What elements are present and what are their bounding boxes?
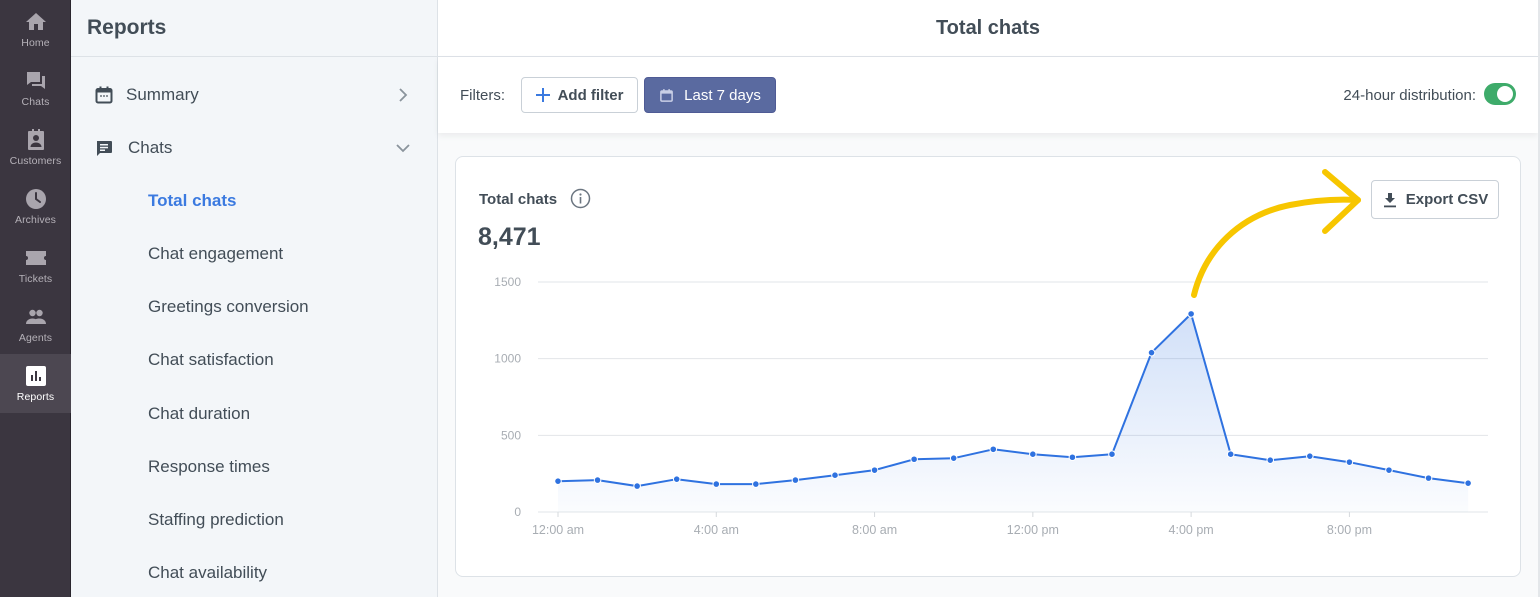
- chevron-right-icon: [399, 88, 408, 102]
- customers-icon: [27, 129, 44, 150]
- sidebar-item-label: Chats: [128, 138, 173, 157]
- rail-item-home[interactable]: Home: [0, 0, 71, 59]
- home-icon: [25, 13, 46, 30]
- app-navigation-rail: Home Chats Customers Archives Tickets Ag…: [0, 0, 71, 597]
- rail-label: Chats: [21, 96, 50, 108]
- total-chats-value: 8,471: [478, 223, 541, 251]
- rail-label: Tickets: [18, 273, 53, 285]
- sidebar-subitem-greetings-conversion[interactable]: Greetings conversion: [148, 293, 309, 321]
- rail-item-chats[interactable]: Chats: [0, 59, 71, 118]
- agents-icon: [25, 309, 46, 324]
- chats-icon: [26, 72, 45, 89]
- sidebar-subitem-chat-availability[interactable]: Chat availability: [148, 559, 267, 587]
- toggle-knob: [1497, 86, 1513, 102]
- distribution-label: 24-hour distribution:: [1343, 86, 1476, 104]
- sidebar-title: Reports: [87, 16, 167, 39]
- rail-item-tickets[interactable]: Tickets: [0, 236, 71, 295]
- sidebar-subitem-staffing-prediction[interactable]: Staffing prediction: [148, 506, 284, 534]
- date-range-label: Last 7 days: [684, 86, 761, 104]
- add-filter-label: Add filter: [557, 86, 624, 104]
- sidebar-item-summary[interactable]: Summary: [71, 75, 438, 115]
- info-icon[interactable]: [570, 188, 591, 209]
- card-title: Total chats: [479, 191, 558, 208]
- sidebar-item-chats[interactable]: Chats: [71, 128, 438, 168]
- rail-label: Agents: [18, 332, 53, 344]
- rail-item-archives[interactable]: Archives: [0, 177, 71, 236]
- total-chats-card: Total chats 8,471 Export CSV: [455, 156, 1521, 577]
- sidebar-subitem-response-times[interactable]: Response times: [148, 453, 270, 481]
- sidebar-item-label: Summary: [126, 85, 199, 104]
- chat-bubble-icon: [97, 141, 112, 156]
- distribution-toggle[interactable]: [1484, 83, 1516, 105]
- filters-label: Filters:: [460, 86, 505, 104]
- rail-item-customers[interactable]: Customers: [0, 118, 71, 177]
- main-header: Total chats: [438, 0, 1538, 57]
- reports-icon: [25, 366, 46, 386]
- rail-label: Reports: [16, 391, 55, 403]
- rail-label: Customers: [9, 155, 62, 167]
- rail-item-reports[interactable]: Reports: [0, 354, 71, 413]
- download-icon: [1383, 192, 1396, 207]
- archives-icon: [25, 189, 46, 209]
- sidebar-subitem-chat-engagement[interactable]: Chat engagement: [148, 240, 283, 268]
- rail-label: Archives: [14, 214, 57, 226]
- date-range-button[interactable]: Last 7 days: [644, 77, 776, 113]
- filter-bar: Filters: Add filter Last 7 days 24-hour …: [438, 57, 1538, 133]
- calendar-icon: [660, 88, 674, 102]
- rail-item-agents[interactable]: Agents: [0, 295, 71, 354]
- add-filter-button[interactable]: Add filter: [521, 77, 638, 113]
- reports-sidebar: Reports Summary Chats Total chats Chat e…: [71, 0, 438, 597]
- rail-label: Home: [21, 37, 50, 49]
- sidebar-subitem-chat-duration[interactable]: Chat duration: [148, 400, 250, 428]
- calendar-icon: [95, 86, 113, 104]
- sidebar-header: Reports: [71, 0, 437, 57]
- main-content: Total chats Filters: Add filter Last 7 d…: [438, 0, 1540, 597]
- export-csv-button[interactable]: Export CSV: [1371, 180, 1499, 219]
- page-title: Total chats: [935, 16, 1041, 39]
- export-csv-label: Export CSV: [1405, 191, 1489, 208]
- chevron-down-icon: [396, 144, 410, 153]
- tickets-icon: [25, 251, 46, 265]
- sidebar-subitem-chat-satisfaction[interactable]: Chat satisfaction: [148, 346, 274, 374]
- sidebar-subitem-total-chats[interactable]: Total chats: [148, 187, 236, 215]
- plus-icon: [535, 88, 550, 102]
